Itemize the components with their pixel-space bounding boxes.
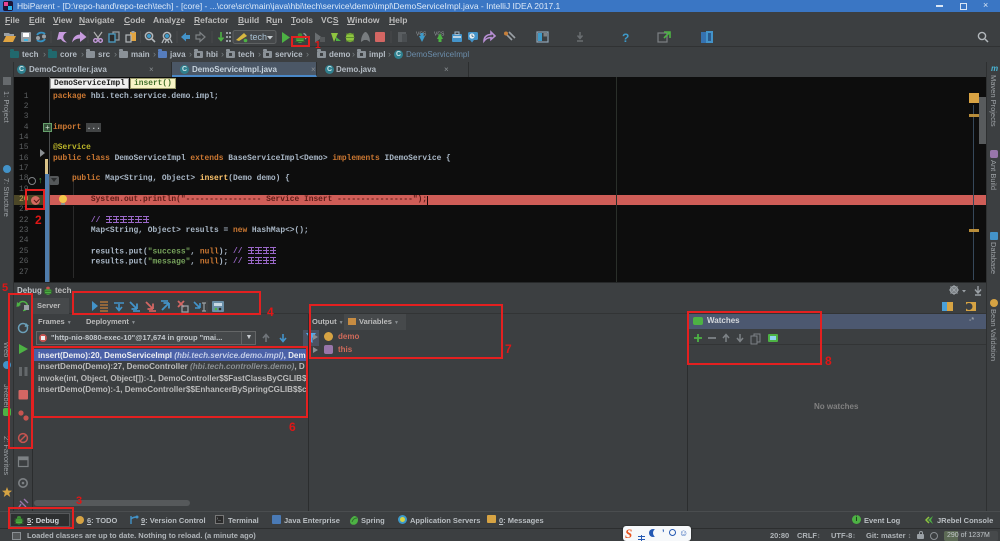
svg-text:tech: tech xyxy=(250,32,267,42)
svg-text:?: ? xyxy=(622,31,629,45)
